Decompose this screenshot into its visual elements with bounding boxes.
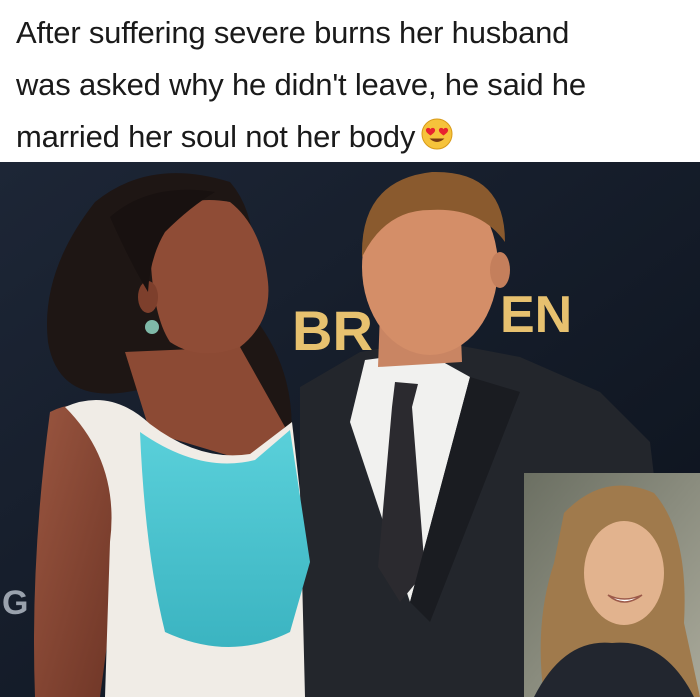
meme-caption: After suffering severe burns her husband…	[0, 0, 700, 162]
inset-portrait-photo	[524, 473, 700, 697]
heart-eyes-emoji-icon	[421, 118, 453, 150]
backdrop-text-edge: G	[2, 584, 28, 622]
inset-face	[584, 521, 664, 625]
caption-line-2: was asked why he didn't leave, he said h…	[16, 67, 586, 102]
man-ear	[490, 252, 510, 288]
caption-line-3-text: married her soul not her body	[16, 119, 416, 154]
backdrop-text-right: EN	[500, 286, 572, 344]
caption-line-3: married her soul not her body	[16, 111, 686, 163]
caption-line-1: After suffering severe burns her husband	[16, 15, 570, 50]
woman-earring	[145, 320, 159, 334]
